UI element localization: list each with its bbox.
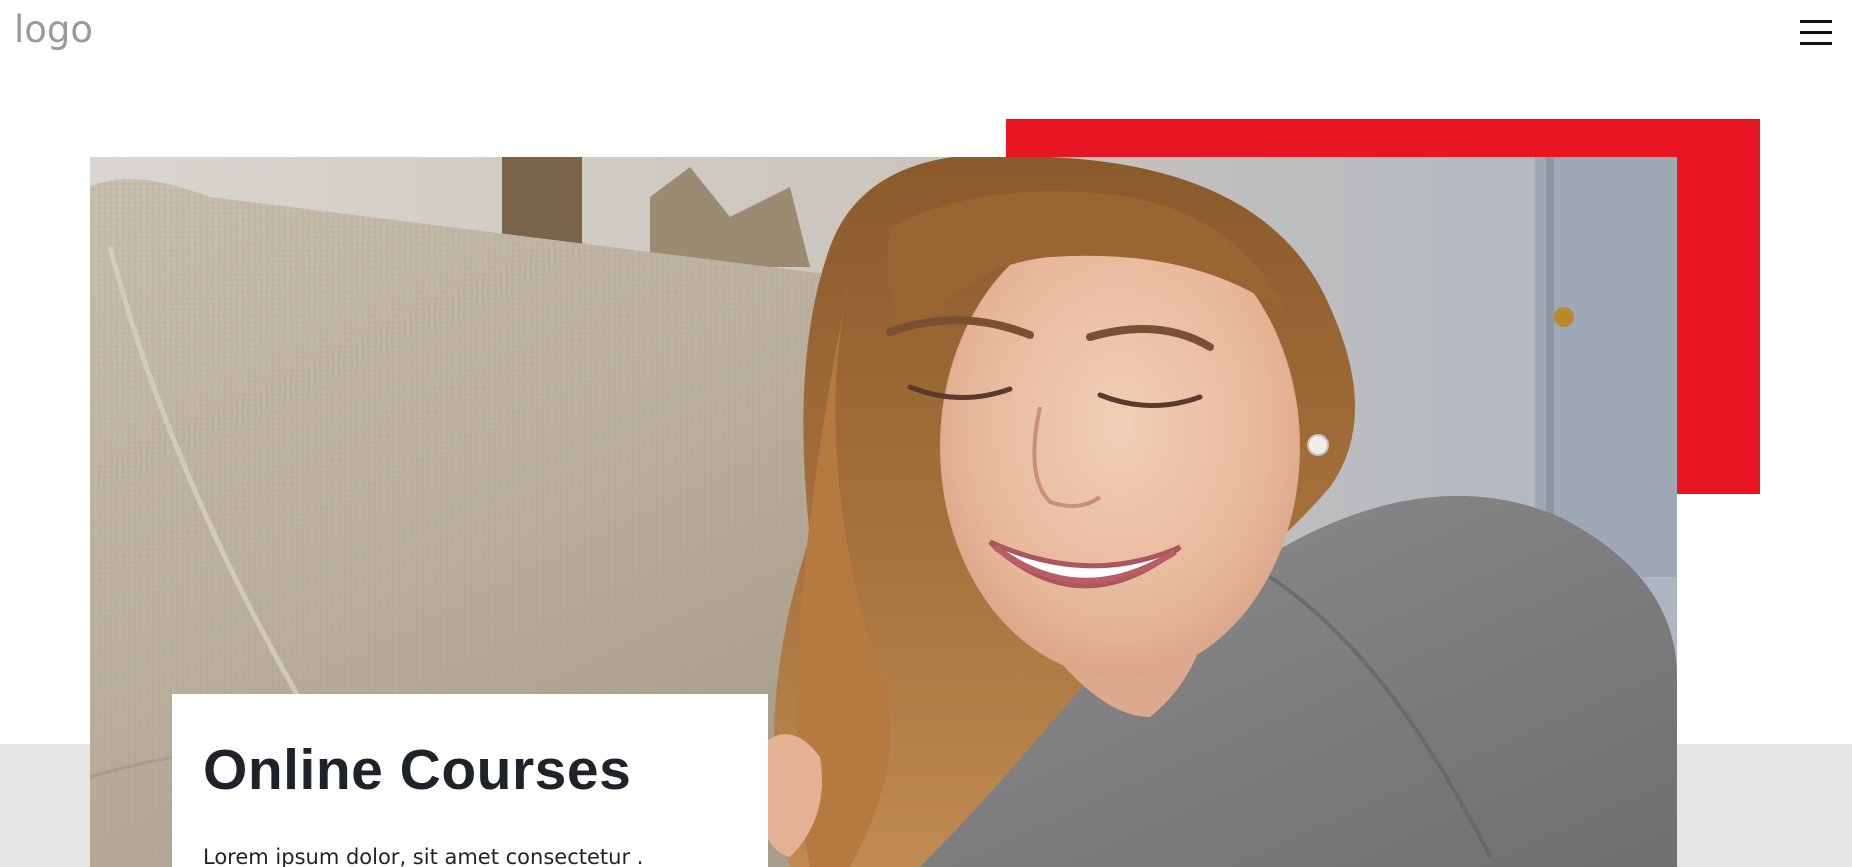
hero-description: Lorem ipsum dolor, sit amet consectetur … xyxy=(203,845,644,867)
hamburger-menu-button[interactable] xyxy=(1800,18,1832,46)
logo[interactable]: logo xyxy=(14,6,93,54)
hero-card: Online Courses Lorem ipsum dolor, sit am… xyxy=(172,694,768,867)
page: logo Online Courses Lorem ipsum dolor, s… xyxy=(0,0,1852,867)
hero-title: Online Courses xyxy=(203,738,632,802)
